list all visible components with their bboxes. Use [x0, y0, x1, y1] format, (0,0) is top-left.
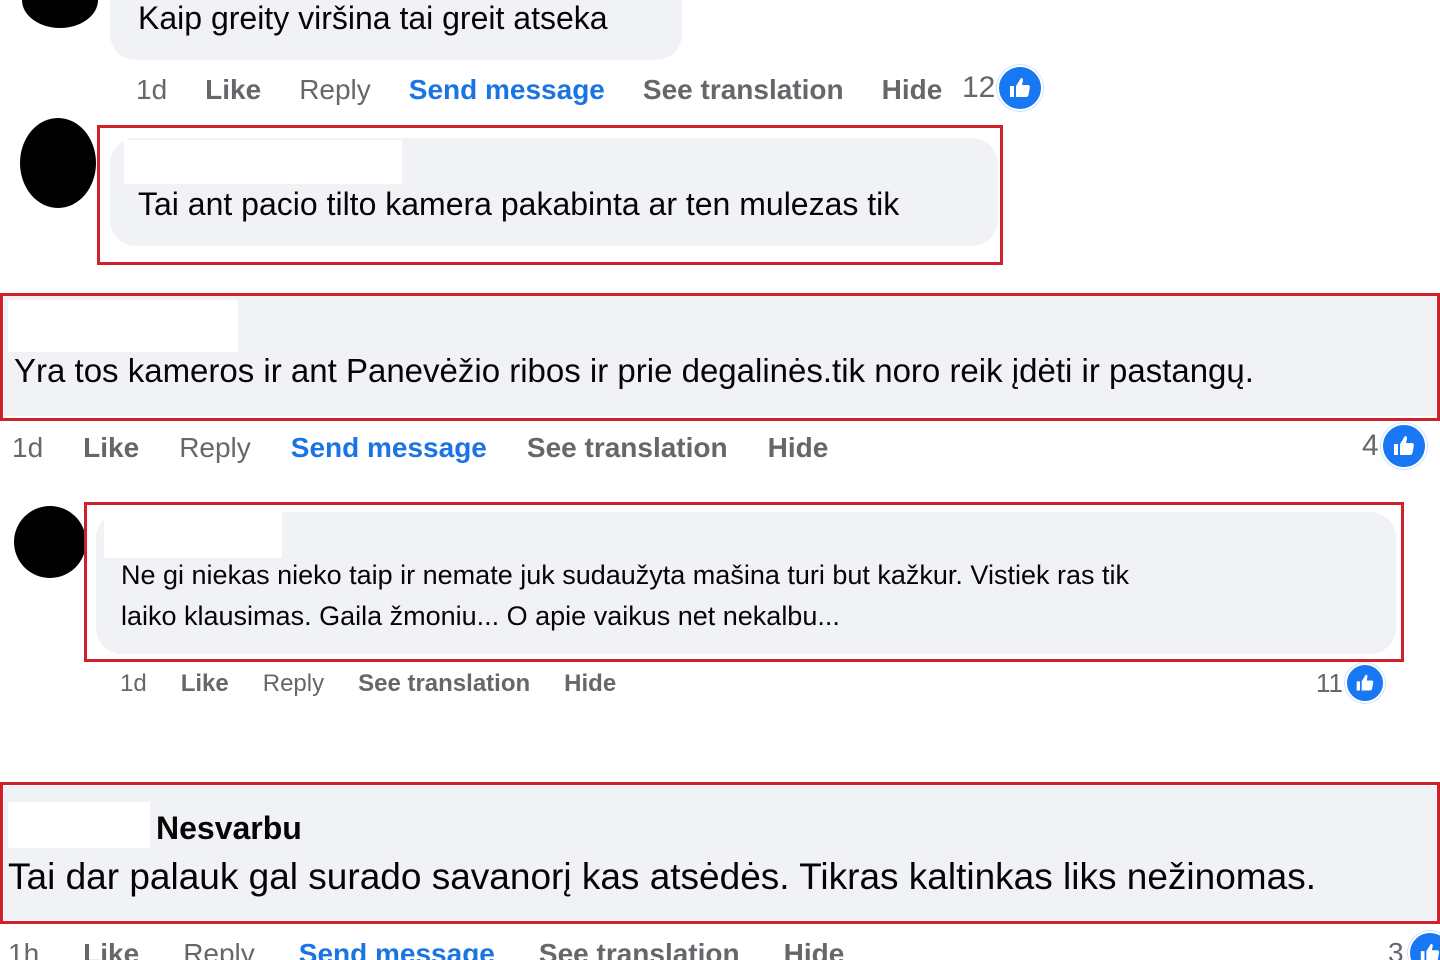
send-message-button[interactable]: Send message	[291, 432, 487, 464]
highlight-box	[0, 293, 1440, 421]
reaction-number: 3	[1388, 937, 1404, 960]
comment-actions: 1h Like Reply Send message See translati…	[8, 934, 844, 960]
highlight-box	[0, 782, 1440, 924]
reaction-number: 4	[1362, 429, 1379, 462]
reaction-count[interactable]: 4	[1362, 422, 1427, 470]
highlight-box	[84, 502, 1404, 662]
avatar[interactable]	[14, 506, 86, 578]
comment-actions: 1d Like Reply Send message See translati…	[12, 430, 828, 466]
timestamp[interactable]: 1d	[136, 74, 167, 106]
reaction-number: 11	[1316, 667, 1343, 698]
like-button[interactable]: Like	[83, 938, 139, 960]
reaction-count[interactable]: 12	[962, 64, 1044, 112]
hide-button[interactable]: Hide	[768, 432, 829, 464]
hide-button[interactable]: Hide	[784, 938, 845, 960]
like-thumb-icon	[997, 65, 1044, 111]
reaction-count[interactable]: 3	[1388, 930, 1440, 960]
send-message-button[interactable]: Send message	[409, 74, 605, 106]
like-thumb-icon	[1345, 663, 1385, 703]
comment-actions: 1d Like Reply See translation Hide	[120, 668, 616, 700]
see-translation-button[interactable]: See translation	[643, 74, 844, 106]
like-button[interactable]: Like	[181, 670, 229, 698]
reply-button[interactable]: Reply	[179, 432, 251, 464]
see-translation-button[interactable]: See translation	[358, 670, 530, 698]
timestamp[interactable]: 1h	[8, 938, 39, 960]
like-button[interactable]: Like	[83, 432, 139, 464]
timestamp[interactable]: 1d	[120, 670, 147, 698]
reply-button[interactable]: Reply	[183, 938, 255, 960]
avatar[interactable]	[20, 118, 96, 208]
like-button[interactable]: Like	[205, 74, 261, 106]
hide-button[interactable]: Hide	[564, 670, 616, 698]
comment-actions: 1d Like Reply Send message See translati…	[136, 72, 942, 108]
like-thumb-icon	[1407, 931, 1440, 960]
reaction-number: 12	[962, 71, 996, 104]
comment-text: Kaip greity viršina tai greit atseka	[138, 0, 608, 36]
reply-button[interactable]: Reply	[299, 74, 371, 106]
highlight-box	[97, 125, 1003, 265]
see-translation-button[interactable]: See translation	[539, 938, 740, 960]
hide-button[interactable]: Hide	[882, 74, 943, 106]
reaction-count[interactable]: 11	[1316, 662, 1385, 704]
reply-button[interactable]: Reply	[263, 670, 324, 698]
see-translation-button[interactable]: See translation	[527, 432, 728, 464]
send-message-button[interactable]: Send message	[299, 938, 495, 960]
like-thumb-icon	[1380, 423, 1427, 469]
avatar[interactable]	[22, 0, 98, 28]
timestamp[interactable]: 1d	[12, 432, 43, 464]
